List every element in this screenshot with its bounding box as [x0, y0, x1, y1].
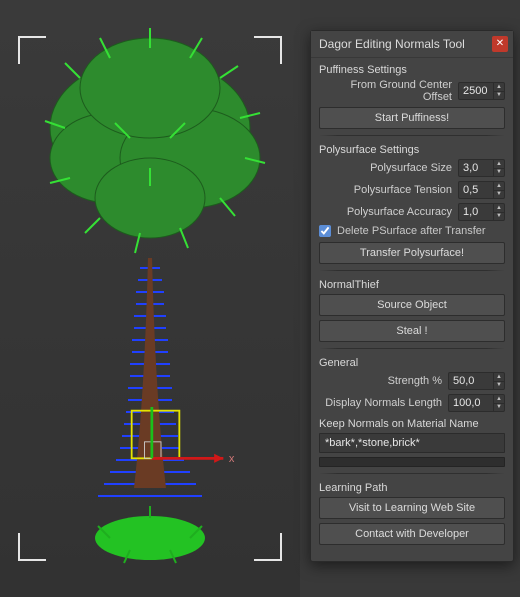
visit-website-button[interactable]: Visit to Learning Web Site	[319, 497, 505, 519]
normals-length-spinner[interactable]: ▲▼	[448, 394, 505, 412]
poly-tension-spinner[interactable]: ▲▼	[458, 181, 505, 199]
spinner-up-icon[interactable]: ▲	[494, 160, 504, 169]
source-object-button[interactable]: Source Object	[319, 294, 505, 316]
strength-label: Strength %	[319, 375, 442, 387]
progress-bar	[319, 457, 505, 467]
panel-title: Dagor Editing Normals Tool	[319, 37, 465, 51]
poly-accuracy-spinner[interactable]: ▲▼	[458, 203, 505, 221]
spinner-up-icon[interactable]: ▲	[494, 83, 504, 92]
group-polysurface: Polysurface Settings Polysurface Size ▲▼…	[319, 142, 505, 264]
transfer-polysurface-button[interactable]: Transfer Polysurface!	[319, 242, 505, 264]
group-puffiness: Puffiness Settings From Ground Center Of…	[319, 62, 505, 129]
group-learning: Learning Path Visit to Learning Web Site…	[319, 480, 505, 545]
spinner-up-icon[interactable]: ▲	[494, 395, 504, 404]
spinner-down-icon[interactable]: ▼	[494, 169, 504, 177]
group-title: NormalThief	[319, 277, 505, 294]
delete-psurface-row[interactable]: Delete PSurface after Transfer	[319, 225, 505, 237]
viewport[interactable]: x y	[0, 0, 300, 597]
delete-psurface-checkbox[interactable]	[319, 225, 331, 237]
tool-panel: Dagor Editing Normals Tool ✕ Puffiness S…	[310, 30, 514, 562]
spinner-down-icon[interactable]: ▼	[494, 191, 504, 199]
offset-input[interactable]	[459, 83, 493, 99]
spinner-up-icon[interactable]: ▲	[494, 182, 504, 191]
spinner-up-icon[interactable]: ▲	[494, 373, 504, 382]
poly-tension-label: Polysurface Tension	[319, 184, 452, 196]
contact-developer-button[interactable]: Contact with Developer	[319, 523, 505, 545]
poly-size-label: Polysurface Size	[319, 162, 452, 174]
steal-button[interactable]: Steal !	[319, 320, 505, 342]
keep-normals-input[interactable]	[319, 433, 505, 453]
strength-spinner[interactable]: ▲▼	[448, 372, 505, 390]
spinner-down-icon[interactable]: ▼	[494, 92, 504, 100]
strength-input[interactable]	[449, 373, 493, 389]
offset-spinner[interactable]: ▲▼	[458, 82, 505, 100]
normals-length-input[interactable]	[449, 395, 493, 411]
panel-titlebar[interactable]: Dagor Editing Normals Tool ✕	[311, 31, 513, 58]
keep-normals-label: Keep Normals on Material Name	[319, 416, 505, 433]
group-general: General Strength % ▲▼ Display Normals Le…	[319, 355, 505, 467]
group-title: General	[319, 355, 505, 372]
spinner-down-icon[interactable]: ▼	[494, 382, 504, 390]
group-title: Polysurface Settings	[319, 142, 505, 159]
offset-label: From Ground Center Offset	[319, 79, 452, 103]
close-icon: ✕	[496, 39, 504, 49]
group-normalthief: NormalThief Source Object Steal !	[319, 277, 505, 342]
group-title: Learning Path	[319, 480, 505, 497]
poly-size-spinner[interactable]: ▲▼	[458, 159, 505, 177]
spinner-down-icon[interactable]: ▼	[494, 213, 504, 221]
poly-accuracy-label: Polysurface Accuracy	[319, 206, 452, 218]
poly-size-input[interactable]	[459, 160, 493, 176]
delete-psurface-label: Delete PSurface after Transfer	[337, 225, 486, 237]
poly-accuracy-input[interactable]	[459, 204, 493, 220]
spinner-down-icon[interactable]: ▼	[494, 404, 504, 412]
normals-length-label: Display Normals Length	[319, 397, 442, 409]
close-button[interactable]: ✕	[492, 36, 508, 52]
spinner-up-icon[interactable]: ▲	[494, 204, 504, 213]
poly-tension-input[interactable]	[459, 182, 493, 198]
tree-render	[20, 18, 280, 578]
group-title: Puffiness Settings	[319, 62, 505, 79]
start-puffiness-button[interactable]: Start Puffiness!	[319, 107, 505, 129]
